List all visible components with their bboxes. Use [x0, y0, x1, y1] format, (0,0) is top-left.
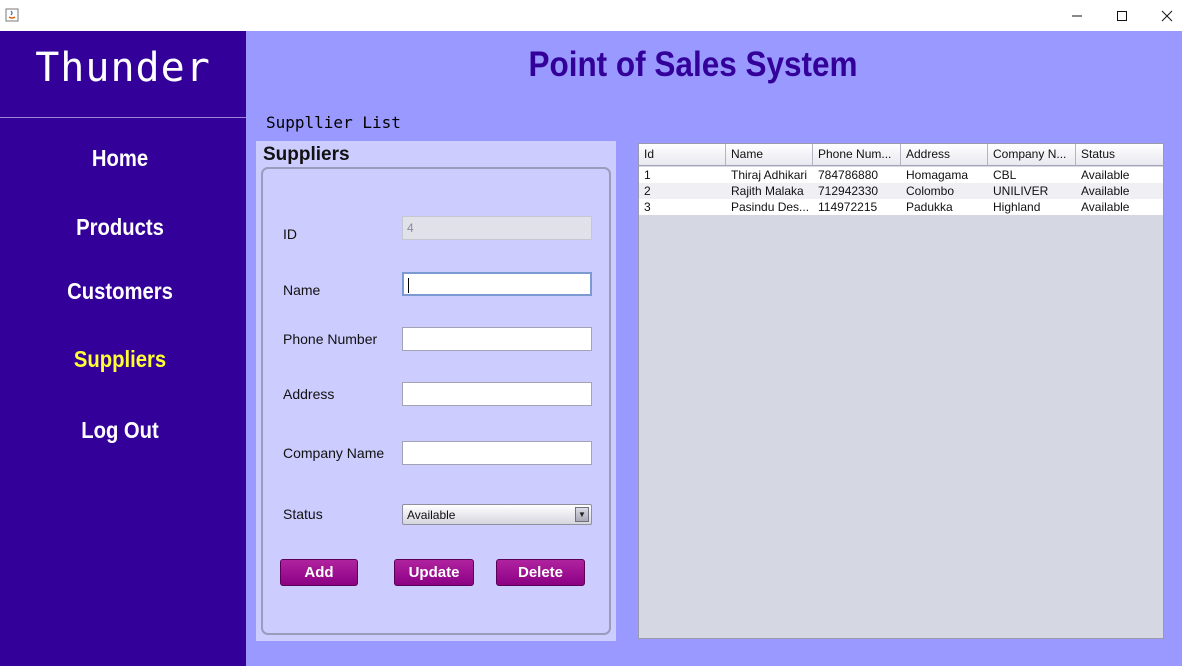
supplier-table[interactable]: Id Name Phone Num... Address Company N..… — [638, 143, 1164, 639]
cell-status: Available — [1081, 168, 1130, 182]
nav-home[interactable]: Home — [14, 145, 225, 172]
text-caret — [408, 278, 409, 293]
address-input[interactable] — [402, 382, 592, 406]
status-select[interactable]: Available ▼ — [402, 504, 592, 525]
section-label: Suppllier List — [266, 113, 401, 132]
cell-company: CBL — [993, 168, 1017, 182]
cell-phone: 114972215 — [818, 200, 878, 214]
cell-phone: 784786880 — [818, 168, 879, 182]
update-button[interactable]: Update — [394, 559, 474, 586]
column-header-status[interactable]: Status — [1076, 144, 1163, 165]
column-header-phone[interactable]: Phone Num... — [813, 144, 901, 165]
main-content: Point of Sales System Suppllier List Sup… — [246, 31, 1182, 666]
cell-id: 3 — [644, 200, 651, 214]
name-input[interactable] — [402, 272, 592, 296]
nav-products[interactable]: Products — [14, 214, 225, 241]
nav-customers[interactable]: Customers — [14, 278, 225, 305]
cell-name: Pasindu Des... — [731, 200, 810, 214]
title-bar — [0, 0, 1182, 31]
cell-id: 1 — [644, 168, 651, 182]
id-label: ID — [283, 226, 297, 242]
status-selected-value: Available — [407, 508, 456, 522]
minimize-button[interactable] — [1054, 0, 1100, 31]
cell-phone: 712942330 — [818, 184, 879, 198]
cell-id: 2 — [644, 184, 651, 198]
page-title: Point of Sales System — [528, 45, 858, 84]
cell-company: Highland — [993, 200, 1041, 214]
cell-name: Rajith Malaka — [731, 184, 804, 198]
sidebar: Thunder Home Products Customers Supplier… — [0, 31, 246, 666]
phone-number-input[interactable] — [402, 327, 592, 351]
cell-address: Padukka — [906, 200, 953, 214]
address-label: Address — [283, 386, 335, 402]
close-button[interactable] — [1144, 0, 1182, 31]
cell-status: Available — [1081, 184, 1130, 198]
supplier-form-panel: Suppliers ID 4 Name Phone Number Address… — [256, 141, 616, 641]
dropdown-arrow-icon[interactable]: ▼ — [575, 507, 589, 522]
table-row[interactable]: 1 Thiraj Adhikari 784786880 Homagama CBL… — [639, 167, 1163, 183]
form-inner-frame: ID 4 Name Phone Number Address Company N… — [261, 167, 611, 635]
java-app-icon — [5, 7, 19, 22]
cell-address: Colombo — [906, 184, 955, 198]
column-header-id[interactable]: Id — [639, 144, 726, 165]
id-value: 4 — [407, 221, 414, 235]
column-header-company[interactable]: Company N... — [988, 144, 1076, 165]
column-header-address[interactable]: Address — [901, 144, 988, 165]
cell-address: Homagama — [906, 168, 969, 182]
table-body: 1 Thiraj Adhikari 784786880 Homagama CBL… — [639, 167, 1163, 215]
cell-company: UNILIVER — [993, 184, 1049, 198]
column-header-name[interactable]: Name — [726, 144, 813, 165]
company-name-input[interactable] — [402, 441, 592, 465]
nav-log-out[interactable]: Log Out — [14, 417, 225, 444]
add-button[interactable]: Add — [280, 559, 358, 586]
table-row[interactable]: 2 Rajith Malaka 712942330 Colombo UNILIV… — [639, 183, 1163, 199]
phone-number-label: Phone Number — [283, 331, 378, 347]
table-header: Id Name Phone Num... Address Company N..… — [639, 144, 1163, 166]
company-name-label: Company Name — [283, 445, 385, 461]
cell-name: Thiraj Adhikari — [731, 168, 808, 182]
table-row[interactable]: 3 Pasindu Des... 114972215 Padukka Highl… — [639, 199, 1163, 215]
name-label: Name — [283, 282, 321, 298]
status-label: Status — [283, 506, 323, 522]
id-field: 4 — [402, 216, 592, 240]
cell-status: Available — [1081, 200, 1130, 214]
maximize-button[interactable] — [1099, 0, 1145, 31]
delete-button[interactable]: Delete — [496, 559, 585, 586]
nav-suppliers[interactable]: Suppliers — [14, 346, 225, 373]
brand-logo-text: Thunder — [35, 45, 211, 91]
brand-divider — [0, 117, 246, 118]
form-title: Suppliers — [263, 144, 350, 165]
